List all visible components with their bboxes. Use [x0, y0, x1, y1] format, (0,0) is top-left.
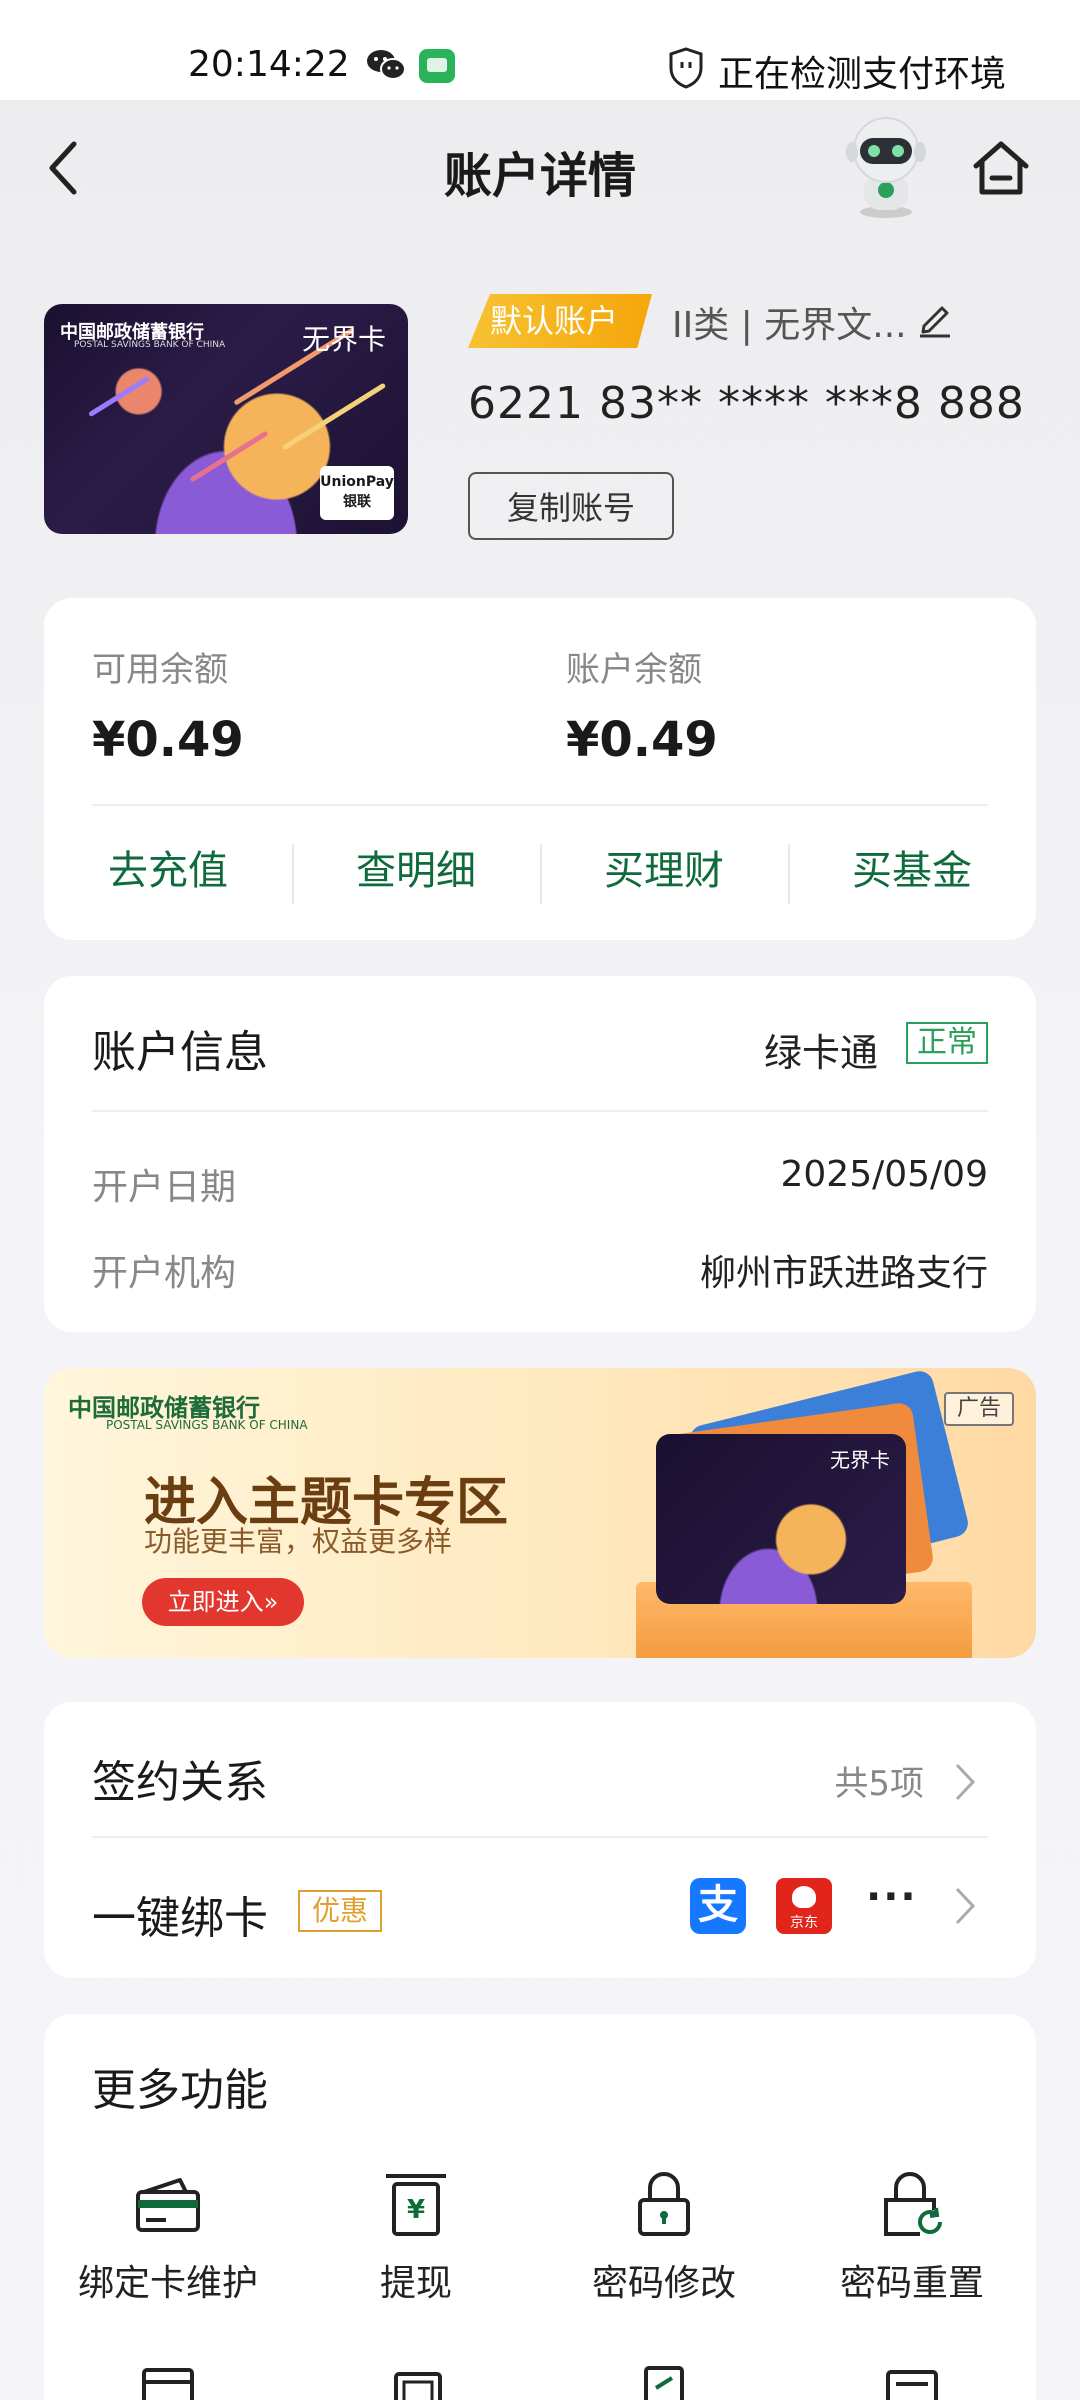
function-icon-partial[interactable]: [292, 2364, 540, 2400]
open-date-value: 2025/05/09: [780, 1154, 989, 1195]
home-icon[interactable]: [970, 138, 1032, 198]
balance-panel: 可用余额 ¥0.49 账户余额 ¥0.49 去充值 查明细 买理财 买基金: [44, 598, 1036, 940]
copy-account-button[interactable]: 复制账号: [468, 472, 674, 540]
default-account-badge: 默认账户: [468, 294, 652, 348]
more-functions-title: 更多功能: [92, 2065, 268, 2116]
ad-tag: 广告: [944, 1392, 1014, 1426]
signing-title: 签约关系: [92, 1757, 268, 1808]
receipt-icon: [644, 2366, 684, 2400]
security-check-text: 正在检测支付环境: [718, 54, 1007, 95]
func-label: 密码重置: [839, 2263, 984, 2304]
signing-count: 共5项: [834, 1764, 924, 1804]
unionpay-text: UnionPay: [320, 474, 394, 490]
ad-bank-name-en: POSTAL SAVINGS BANK OF CHINA: [106, 1418, 308, 1432]
available-balance-value: ¥0.49: [92, 712, 244, 768]
function-icon-partial[interactable]: [44, 2364, 292, 2400]
lock-reset-icon: [884, 2172, 942, 2236]
open-branch-label: 开户机构: [92, 1253, 237, 1294]
jd-icon: 京东: [776, 1878, 832, 1934]
more-functions-panel: 更多功能 绑定卡维护 ¥ 提现 密码修改 密码重置: [44, 2014, 1036, 2400]
card-maintenance-button[interactable]: 绑定卡维护: [44, 2166, 292, 2316]
withdraw-icon: ¥: [386, 2174, 446, 2236]
enter-now-button[interactable]: 立即进入»: [142, 1578, 304, 1626]
one-click-bind-title: 一键绑卡: [92, 1893, 268, 1944]
buy-fund-button[interactable]: 买基金: [788, 838, 1036, 904]
func-label: 密码修改: [591, 2263, 736, 2304]
more-icon: ···: [866, 1874, 918, 1920]
status-time: 20:14:22: [188, 44, 350, 85]
password-change-button[interactable]: 密码修改: [540, 2166, 788, 2316]
ad-card-graphic: 无界卡: [656, 1434, 906, 1604]
account-balance-label: 账户余额: [566, 650, 702, 690]
theme-card-ad-banner[interactable]: 中国邮政储蓄银行 POSTAL SAVINGS BANK OF CHINA 进入…: [44, 1368, 1036, 1658]
buy-wealth-button[interactable]: 买理财: [540, 838, 788, 904]
alipay-icon: 支: [690, 1878, 746, 1934]
open-date-label: 开户日期: [92, 1167, 237, 1208]
function-icon-partial[interactable]: [540, 2364, 788, 2400]
divider: [92, 1110, 988, 1112]
open-branch-value: 柳州市跃进路支行: [699, 1253, 988, 1294]
status-badge: 正常: [906, 1022, 988, 1064]
card-bank-name-en: POSTAL SAVINGS BANK OF CHINA: [74, 340, 226, 350]
chevron-right-icon: [955, 1763, 976, 1801]
available-balance-label: 可用余额: [92, 650, 228, 690]
withdraw-button[interactable]: ¥ 提现: [292, 2166, 540, 2316]
func-label: 提现: [379, 2263, 452, 2304]
password-reset-button[interactable]: 密码重置: [788, 2166, 1036, 2316]
chevron-right-icon: [955, 1887, 976, 1925]
recharge-button[interactable]: 去充值: [44, 838, 292, 904]
account-type-label[interactable]: II类 | 无界文...: [672, 296, 907, 348]
edit-icon[interactable]: [916, 298, 954, 338]
card-maintenance-icon: [136, 2178, 200, 2232]
message-icon: [419, 49, 455, 83]
account-number: 6221 83** **** ***8 888: [468, 378, 1025, 429]
status-bar: 20:14:22 正在检测支付环境: [0, 0, 1080, 100]
lock-icon: [638, 2172, 690, 2236]
account-info-title: 账户信息: [92, 1027, 268, 1078]
signing-panel: 签约关系 共5项 一键绑卡 优惠 支 京东 ···: [44, 1702, 1036, 1978]
copy-document-icon: [394, 2372, 442, 2400]
wechat-icon: [367, 50, 406, 80]
card-product-name: 无界卡: [302, 323, 387, 356]
robot-assistant-icon[interactable]: [840, 112, 932, 220]
unionpay-logo: UnionPay 银联: [320, 466, 394, 520]
func-label: 绑定卡维护: [77, 2263, 258, 2304]
list-icon: [886, 2370, 938, 2400]
one-click-bind-row[interactable]: 一键绑卡 优惠 支 京东 ···: [44, 1838, 1036, 1978]
account-balance-value: ¥0.49: [566, 712, 718, 768]
unionpay-cn-text: 银联: [343, 494, 371, 510]
divider: [92, 804, 988, 806]
account-info-panel: 账户信息 绿卡通 正常 开户日期 2025/05/09 开户机构 柳州市跃进路支…: [44, 976, 1036, 1332]
promo-badge: 优惠: [298, 1890, 382, 1932]
ad-card-name: 无界卡: [830, 1448, 890, 1472]
shield-icon: [669, 47, 703, 89]
bank-card-image: 中国邮政储蓄银行 POSTAL SAVINGS BANK OF CHINA 无界…: [44, 304, 408, 534]
svg-text:¥: ¥: [407, 2195, 425, 2225]
view-details-button[interactable]: 查明细: [292, 838, 540, 904]
signing-relations-row[interactable]: 签约关系 共5项: [44, 1702, 1036, 1836]
ad-subtitle: 功能更丰富，权益更多样: [144, 1525, 453, 1558]
function-icon-partial[interactable]: [788, 2364, 1036, 2400]
card-type-label: 绿卡通: [763, 1031, 878, 1075]
document-icon: [142, 2368, 194, 2400]
